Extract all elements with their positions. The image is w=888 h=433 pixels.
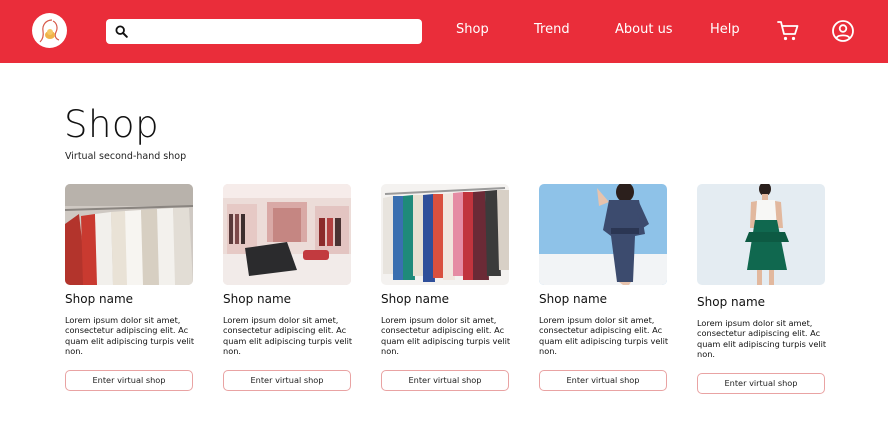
shop-description: Lorem ipsum dolor sit amet, consectetur … — [539, 315, 669, 356]
shop-name: Shop name — [381, 292, 450, 306]
page-title: Shop — [64, 103, 160, 146]
nav-trend-link[interactable]: Trend — [534, 22, 570, 37]
shop-card: Shop name Lorem ipsum dolor sit amet, co… — [697, 184, 826, 395]
shop-description: Lorem ipsum dolor sit amet, consectetur … — [223, 315, 353, 356]
mother-and-baby-logo[interactable] — [32, 13, 67, 48]
shop-name: Shop name — [697, 295, 766, 309]
user-profile-icon[interactable] — [831, 19, 855, 43]
clothes-rack-photo[interactable] — [65, 184, 193, 285]
shop-description: Lorem ipsum dolor sit amet, consectetur … — [65, 315, 195, 356]
shop-description: Lorem ipsum dolor sit amet, consectetur … — [697, 318, 827, 359]
shop-name: Shop name — [65, 292, 134, 306]
nav-about-us-link[interactable]: About us — [615, 22, 673, 37]
colorful-clothes-rack-photo[interactable] — [381, 184, 509, 285]
shopping-cart-icon[interactable] — [776, 19, 800, 43]
denim-jumpsuit-model-photo[interactable] — [539, 184, 667, 285]
shop-name: Shop name — [223, 292, 292, 306]
boutique-interior-photo[interactable] — [223, 184, 351, 285]
enter-virtual-shop-button[interactable]: Enter virtual shop — [223, 370, 351, 391]
shop-description: Lorem ipsum dolor sit amet, consectetur … — [381, 315, 511, 356]
search-bar[interactable] — [106, 19, 422, 44]
top-navigation-bar: Shop Trend About us Help — [0, 0, 888, 63]
page-subtitle: Virtual second-hand shop — [65, 151, 187, 162]
enter-virtual-shop-button[interactable]: Enter virtual shop — [65, 370, 193, 391]
search-input[interactable] — [134, 22, 414, 41]
nav-help-link[interactable]: Help — [710, 22, 740, 37]
enter-virtual-shop-button[interactable]: Enter virtual shop — [697, 373, 825, 394]
nav-shop-link[interactable]: Shop — [456, 22, 489, 37]
shop-name: Shop name — [539, 292, 608, 306]
enter-virtual-shop-button[interactable]: Enter virtual shop — [381, 370, 509, 391]
green-skirt-model-photo[interactable] — [697, 184, 825, 285]
enter-virtual-shop-button[interactable]: Enter virtual shop — [539, 370, 667, 391]
search-icon — [115, 25, 128, 38]
